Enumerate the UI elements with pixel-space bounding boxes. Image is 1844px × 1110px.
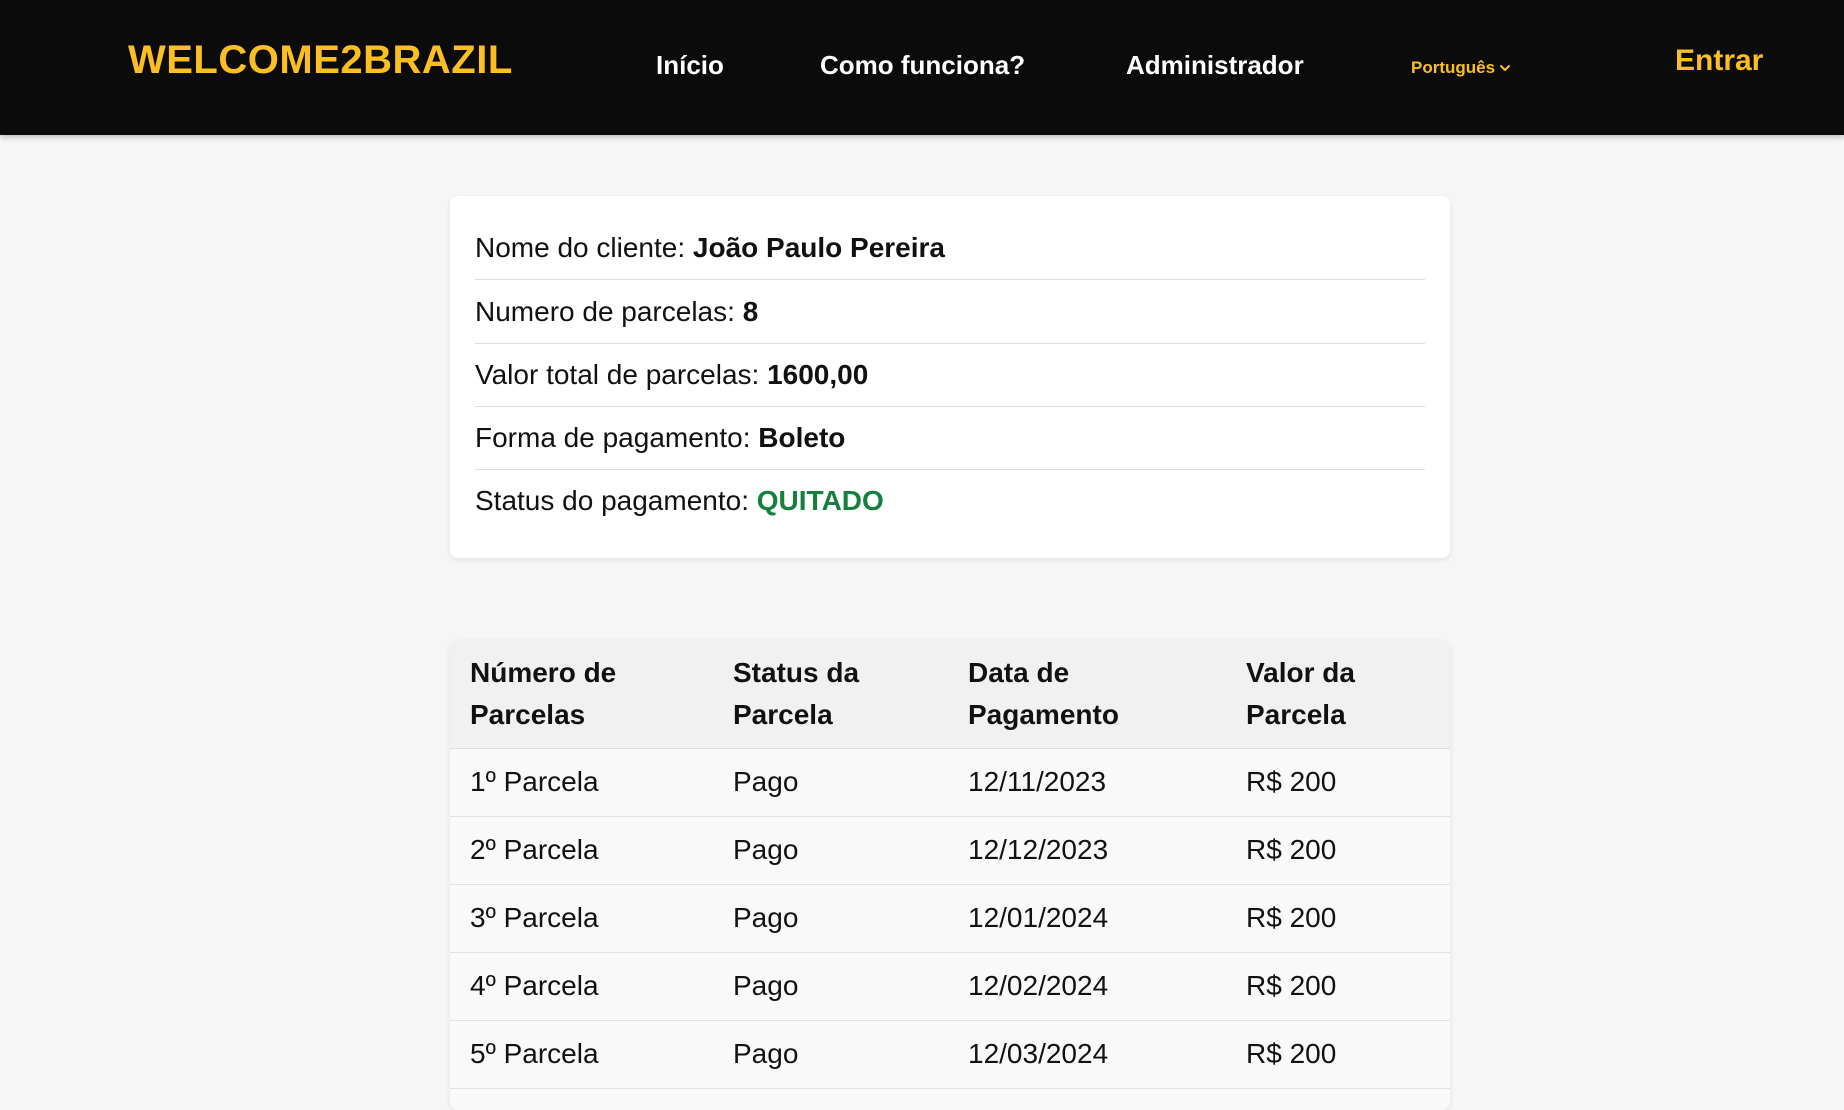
column-header-status: Status da Parcela <box>713 640 948 749</box>
date-cell: 12/01/2024 <box>968 902 1109 933</box>
language-label: Português <box>1411 58 1496 77</box>
installments-count-value: 8 <box>742 296 759 327</box>
payment-method-value: Boleto <box>758 422 846 453</box>
total-value-row: Valor total de parcelas: 1600,00 <box>475 343 1425 407</box>
nav-link-inicio[interactable]: Início <box>656 50 724 81</box>
installment-cell: 5º Parcela <box>470 1038 599 1069</box>
status-cell: Pago <box>733 766 799 797</box>
client-name-value: João Paulo Pereira <box>692 232 945 263</box>
language-selector[interactable]: Português <box>1411 58 1511 78</box>
status-cell: Pago <box>733 834 799 865</box>
total-value-value: 1600,00 <box>767 359 869 390</box>
installment-cell: 2º Parcela <box>470 834 599 865</box>
table-row: 5º Parcela Pago 12/03/2024 R$ 200 <box>450 1020 1450 1088</box>
installment-cell: 4º Parcela <box>470 970 599 1001</box>
chevron-down-icon <box>1500 65 1511 71</box>
payment-status-row: Status do pagamento: QUITADO <box>475 469 1425 532</box>
table-row: 4º Parcela Pago 12/02/2024 R$ 200 <box>450 952 1450 1020</box>
date-cell: 12/11/2023 <box>968 766 1107 797</box>
brand-logo[interactable]: WELCOME2BRAZIL <box>128 38 513 83</box>
installments-table-card: Número de Parcelas Status da Parcela Dat… <box>450 640 1450 1110</box>
value-cell: R$ 200 <box>1246 834 1337 865</box>
column-header-installment: Número de Parcelas <box>450 640 713 749</box>
status-cell: Pago <box>733 902 799 933</box>
table-row: 3º Parcela Pago 12/01/2024 R$ 200 <box>450 884 1450 952</box>
installments-count-label: Numero de parcelas: <box>475 296 735 327</box>
payment-method-row: Forma de pagamento: Boleto <box>475 406 1425 470</box>
installment-cell: 3º Parcela <box>470 902 599 933</box>
client-name-label: Nome do cliente: <box>475 232 686 263</box>
status-cell: Pago <box>733 1038 799 1069</box>
installments-count-row: Numero de parcelas: 8 <box>475 280 1425 344</box>
date-cell: 12/12/2023 <box>968 834 1109 865</box>
nav-link-como-funciona[interactable]: Como funciona? <box>820 50 1025 81</box>
value-cell: R$ 200 <box>1246 970 1337 1001</box>
payment-summary-card: Nome do cliente: João Paulo Pereira Nume… <box>450 196 1450 558</box>
nav-link-administrador[interactable]: Administrador <box>1126 50 1304 81</box>
status-cell: Pago <box>733 970 799 1001</box>
installments-table: Número de Parcelas Status da Parcela Dat… <box>450 640 1450 1089</box>
date-cell: 12/03/2024 <box>968 1038 1109 1069</box>
payment-status-label: Status do pagamento: <box>475 485 749 516</box>
login-button[interactable]: Entrar <box>1675 44 1763 78</box>
column-header-value: Valor da Parcela <box>1226 640 1450 749</box>
installment-cell: 1º Parcela <box>470 766 599 797</box>
date-cell: 12/02/2024 <box>968 970 1109 1001</box>
payment-method-label: Forma de pagamento: <box>475 422 751 453</box>
value-cell: R$ 200 <box>1246 766 1337 797</box>
client-name-row: Nome do cliente: João Paulo Pereira <box>475 216 1425 280</box>
table-header-row: Número de Parcelas Status da Parcela Dat… <box>450 640 1450 749</box>
table-row: 1º Parcela Pago 12/11/2023 R$ 200 <box>450 748 1450 816</box>
value-cell: R$ 200 <box>1246 1038 1337 1069</box>
payment-status-badge: QUITADO <box>756 485 884 516</box>
total-value-label: Valor total de parcelas: <box>475 359 760 390</box>
table-row: 2º Parcela Pago 12/12/2023 R$ 200 <box>450 816 1450 884</box>
column-header-date: Data de Pagamento <box>948 640 1226 749</box>
top-navbar: WELCOME2BRAZIL Início Como funciona? Adm… <box>0 0 1844 135</box>
value-cell: R$ 200 <box>1246 902 1337 933</box>
